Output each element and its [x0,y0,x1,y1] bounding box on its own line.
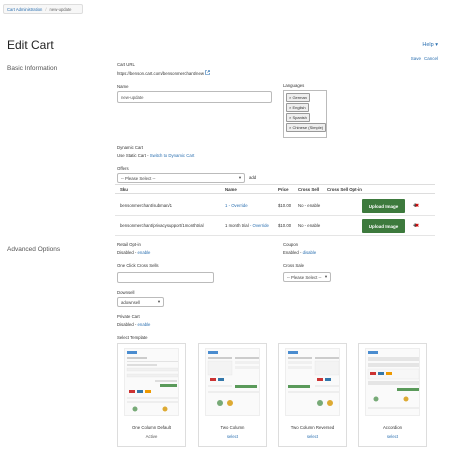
column-header-cross-sell: Cross Sell [298,187,320,192]
template-card-accordion[interactable]: Accordion select [358,343,427,447]
language-tag[interactable]: × Spanish [286,113,310,122]
one-click-cross-sells-field[interactable] [117,272,214,283]
private-cart-enable-link[interactable]: enable [138,322,151,327]
page-title: Edit Cart [7,38,54,52]
table-row: bensonmerchant/subman/1 1 - Override $10… [115,196,435,216]
coupon-value: Enabled - [283,250,303,255]
column-header-name: Name [225,187,237,192]
private-cart-status: Disabled - enable [117,322,150,327]
template-card-two-column-reversed[interactable]: Two Column Reversed select [278,343,347,447]
offer-price: $10.00 [278,223,292,228]
save-link[interactable]: Save [411,56,421,61]
offer-sku: bensonmerchant/privacysupport/1monthtria… [120,223,204,228]
template-name: Two Column Reversed [290,425,335,430]
cart-url: https://benson.cart.com/bensonmerchant/n… [117,70,210,76]
language-tag[interactable]: × German [286,93,310,102]
retail-optin-label: Retail Opt-in [117,242,141,247]
chevron-down-icon: ▾ [238,175,241,180]
languages-label: Languages [283,83,305,88]
template-name: Accordion [382,425,403,430]
offer-override-link[interactable]: - Override [249,223,269,228]
coupon-disable-link[interactable]: disable [303,250,317,255]
dynamic-cart-status: Use Static Cart - Switch to Dynamic Cart [117,153,194,158]
help-dropdown[interactable]: Help ▾ [422,42,438,48]
offer-cross-sell[interactable]: No - enable [298,196,320,216]
cart-url-text: https://benson.cart.com/bensonmerchant/n… [117,71,204,76]
name-label: Name [117,84,129,89]
language-tag[interactable]: × English [286,103,309,112]
breadcrumb-separator: / [45,6,47,12]
offer-name: 1 month trial - Override [225,216,269,236]
offers-select-value: -- Please Select -- [121,175,156,181]
language-tag[interactable]: × Chinese (Simple) [286,123,327,132]
external-link-icon[interactable] [205,70,210,76]
template-status: Active [145,434,158,439]
retail-optin-enable-link[interactable]: enable [138,250,151,255]
template-name: One Column Default [132,425,171,430]
dynamic-cart-text: Use Static Cart - [117,153,150,158]
chevron-down-icon: ▾ [157,299,160,304]
private-cart-label: Private Cart [117,314,140,319]
downsell-select[interactable]: adownsell ▾ [117,297,164,307]
add-offer-link[interactable]: add [249,175,256,180]
languages-multiselect[interactable]: × German × English × Spanish × Chinese (… [283,90,327,138]
one-click-cross-sells-label: One Click Cross Sells [117,263,159,268]
retail-optin-value: Disabled - [117,250,138,255]
offer-cross-sell[interactable]: No - enable [298,216,320,236]
template-select-link[interactable]: select [359,434,426,439]
breadcrumb-root-link[interactable]: Cart Administration [7,7,42,12]
template-card-two-column[interactable]: Two Column select [198,343,267,447]
offers-table-header: Sku Name Price Cross Sell Cross Sell Opt… [115,184,435,194]
cancel-link[interactable]: Cancel [424,56,438,61]
breadcrumb-current: new-update [49,6,72,12]
table-row: bensonmerchant/privacysupport/1monthtria… [115,216,435,236]
cross-sale-select-value: -- Please Select -- [287,274,322,280]
column-header-cross-sell-optin: Cross Sell Opt-in [327,187,362,192]
cross-sale-label: Cross Sale [283,263,305,268]
name-field[interactable]: new-update [117,91,272,103]
private-cart-value: Disabled - [117,322,138,327]
save-cancel-links: Save Cancel [411,56,438,61]
advanced-options-heading: Advanced Options [7,246,61,253]
breadcrumb: Cart Administration / new-update [3,4,83,14]
offer-sku: bensonmerchant/subman/1 [120,203,173,208]
offers-label: Offers [117,166,129,171]
offer-name-text: 1 month trial [225,223,249,228]
downsell-select-value: adownsell [121,299,141,305]
delete-icon[interactable]: ✖ [415,216,419,236]
offer-name-link[interactable]: 1 - Override [225,196,248,216]
template-card-one-column-default[interactable]: One Column Default Active [117,343,186,447]
cross-sale-select[interactable]: -- Please Select -- ▾ [283,272,331,282]
offer-price: $10.00 [278,203,292,208]
template-preview-image [124,348,179,416]
template-select-link[interactable]: select [199,434,266,439]
template-select-link[interactable]: select [279,434,346,439]
delete-icon[interactable]: ✖ [415,196,419,216]
template-preview-image [285,348,340,416]
template-preview-image [365,348,420,416]
template-preview-image [205,348,260,416]
select-template-label: Select Template [117,335,148,340]
upload-image-button[interactable]: Upload Image [362,219,405,233]
basic-information-heading: Basic Information [7,65,58,72]
column-header-sku: Sku [120,187,128,192]
switch-dynamic-cart-link[interactable]: Switch to Dynamic Cart [150,153,195,158]
coupon-status: Enabled - disable [283,250,316,255]
chevron-down-icon: ▾ [324,274,327,279]
column-header-price: Price [278,187,289,192]
upload-image-button[interactable]: Upload Image [362,199,405,213]
retail-optin-status: Disabled - enable [117,250,150,255]
cart-url-label: Cart URL [117,62,135,67]
dynamic-cart-label: Dynamic Cart [117,145,144,150]
offers-select[interactable]: -- Please Select -- ▾ [117,173,245,183]
downsell-label: Downsell [117,290,135,295]
template-name: Two Column [220,425,245,430]
coupon-label: Coupon [283,242,299,247]
